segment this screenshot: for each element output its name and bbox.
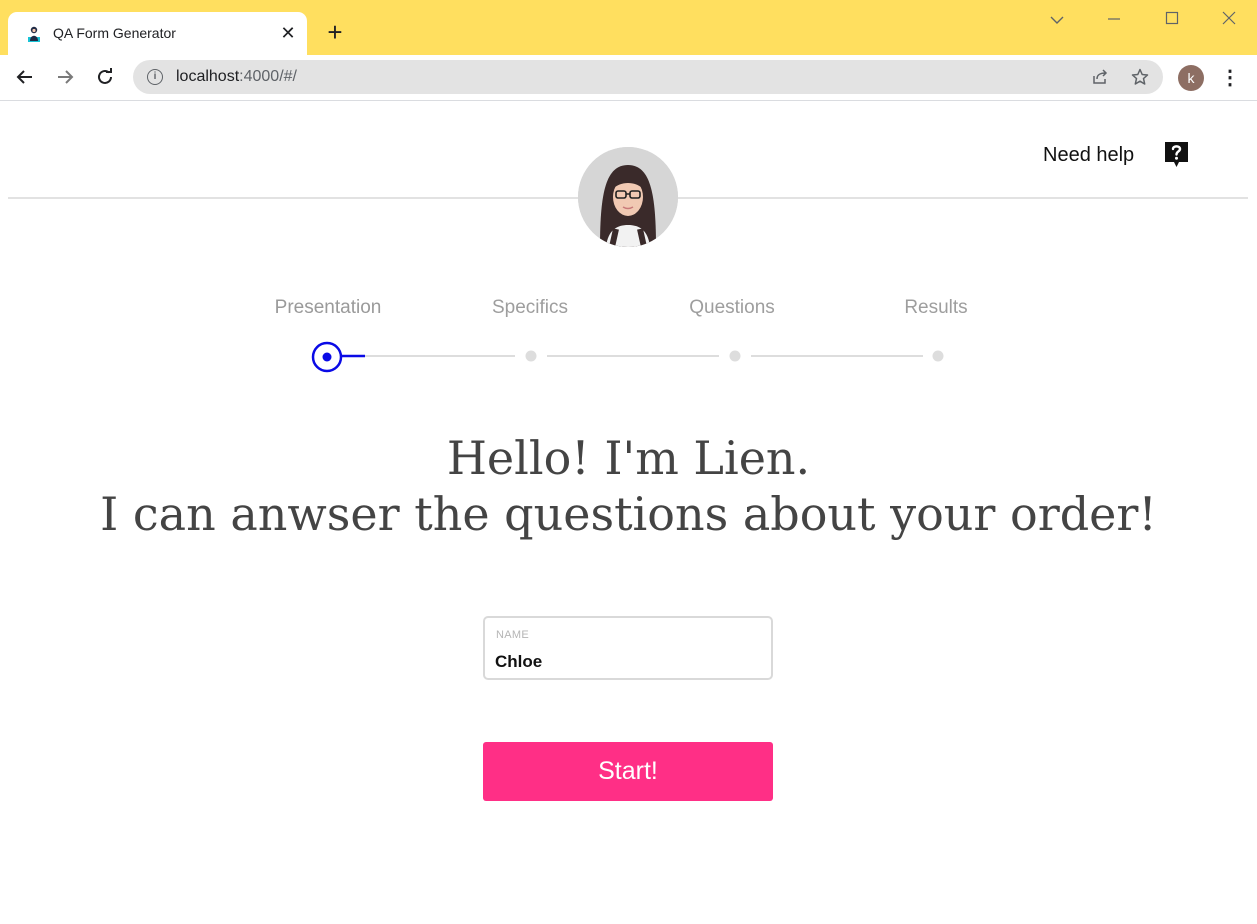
step-dot-results xyxy=(932,350,944,362)
step-dot-presentation xyxy=(311,341,343,373)
avatar-portrait-icon xyxy=(578,147,678,247)
step-results[interactable]: Results xyxy=(836,297,1036,319)
hero-line-2: I can anwser the questions about your or… xyxy=(100,487,1157,541)
step-dot-presentation-core xyxy=(322,352,332,362)
new-tab-button[interactable]: + xyxy=(322,19,348,46)
maximize-icon[interactable] xyxy=(1160,10,1184,32)
tab-title: QA Form Generator xyxy=(53,25,176,41)
avatar xyxy=(578,147,678,247)
share-icon[interactable] xyxy=(1089,66,1111,88)
address-bar[interactable]: i localhost:4000/#/ xyxy=(133,60,1163,94)
reload-icon[interactable] xyxy=(91,63,119,91)
question-bubble-icon[interactable] xyxy=(1164,141,1189,168)
name-field-label: NAME xyxy=(496,629,529,641)
hero-line-1: Hello! I'm Lien. xyxy=(446,431,811,485)
step-dot-specifics xyxy=(525,350,537,362)
browser-tab-active[interactable]: QA Form Generator ✕ xyxy=(8,12,307,55)
step-dot-questions xyxy=(729,350,741,362)
need-help-link[interactable]: Need help xyxy=(1043,143,1134,167)
tab-close-icon[interactable]: ✕ xyxy=(278,23,298,43)
browser-menu-icon[interactable]: ⋮ xyxy=(1218,64,1242,92)
back-icon[interactable] xyxy=(11,63,39,91)
name-field[interactable]: NAME xyxy=(483,616,773,680)
tab-search-icon[interactable] xyxy=(1045,10,1069,32)
minimize-icon[interactable] xyxy=(1102,10,1126,32)
close-window-icon[interactable] xyxy=(1217,10,1241,32)
start-button[interactable]: Start! xyxy=(483,742,773,801)
name-input[interactable] xyxy=(495,652,755,672)
tab-favicon-icon xyxy=(28,26,40,42)
step-presentation[interactable]: Presentation xyxy=(228,297,428,319)
browser-toolbar: i localhost:4000/#/ k ⋮ xyxy=(0,55,1257,101)
page-title: Hello! I'm Lien. I can anwser the questi… xyxy=(0,430,1257,542)
step-specifics[interactable]: Specifics xyxy=(430,297,630,319)
profile-avatar[interactable]: k xyxy=(1178,65,1204,91)
step-questions[interactable]: Questions xyxy=(632,297,832,319)
site-info-icon[interactable]: i xyxy=(147,69,163,85)
browser-titlebar: QA Form Generator ✕ + xyxy=(0,0,1257,55)
bookmark-star-icon[interactable] xyxy=(1129,66,1151,88)
url-text[interactable]: localhost:4000/#/ xyxy=(176,68,297,86)
forward-icon[interactable] xyxy=(51,63,79,91)
